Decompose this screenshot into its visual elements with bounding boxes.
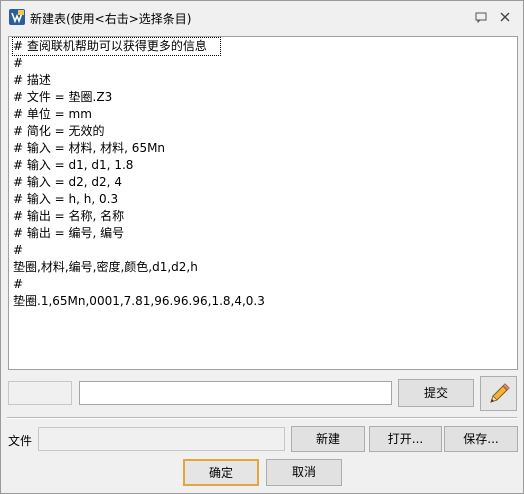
edit-button[interactable]: [480, 376, 517, 411]
ok-button[interactable]: 确定: [183, 459, 259, 486]
window-title: 新建表(使用<右击>选择条目): [30, 12, 192, 26]
editor-line[interactable]: # 输入 = d1, d1, 1.8: [13, 157, 133, 174]
editor-line[interactable]: #: [13, 55, 23, 72]
separator: [7, 417, 517, 419]
editor-line[interactable]: # 查阅联机帮助可以获得更多的信息: [12, 37, 221, 56]
help-bubble-icon[interactable]: [473, 9, 489, 25]
editor-line[interactable]: # 单位 = mm: [13, 106, 92, 123]
title-bar: 新建表(使用<右击>选择条目): [1, 1, 523, 33]
entry-name-field: [8, 381, 72, 405]
editor-line[interactable]: # 输入 = 材料, 材料, 65Mn: [13, 140, 165, 157]
editor-line[interactable]: #: [13, 276, 23, 293]
cancel-button[interactable]: 取消: [266, 459, 342, 486]
file-path-field: [38, 427, 285, 451]
save-file-button[interactable]: 保存...: [444, 426, 518, 452]
editor-line[interactable]: # 简化 = 无效的: [13, 123, 105, 140]
file-label: 文件: [8, 434, 33, 448]
editor-line[interactable]: # 描述: [13, 72, 51, 89]
editor-line[interactable]: 垫圈.1,65Mn,0001,7.81,96.96.96,1.8,4,0.3: [13, 293, 265, 310]
entry-value-input[interactable]: [79, 381, 392, 405]
pencil-icon: [486, 381, 512, 416]
new-file-button[interactable]: 新建: [291, 426, 365, 452]
dialog-window: 新建表(使用<右击>选择条目) # 查阅联机帮助可以获得更多的信息 # # 描述…: [0, 0, 524, 494]
editor-line[interactable]: #: [13, 242, 23, 259]
editor-line[interactable]: 垫圈,材料,编号,密度,颜色,d1,d2,h: [13, 259, 198, 276]
editor-line[interactable]: # 输出 = 编号, 编号: [13, 225, 124, 242]
editor-line[interactable]: # 输入 = d2, d2, 4: [13, 174, 122, 191]
editor-line[interactable]: # 输入 = h, h, 0.3: [13, 191, 118, 208]
open-file-button[interactable]: 打开...: [369, 426, 442, 452]
editor-line[interactable]: # 文件 = 垫圈.Z3: [13, 89, 112, 106]
editor-line[interactable]: # 输出 = 名称, 名称: [13, 208, 124, 225]
app-logo-icon: [9, 9, 25, 25]
close-icon[interactable]: [497, 9, 513, 25]
table-text-editor[interactable]: # 查阅联机帮助可以获得更多的信息 # # 描述 # 文件 = 垫圈.Z3 # …: [8, 36, 518, 370]
submit-button[interactable]: 提交: [398, 379, 474, 407]
